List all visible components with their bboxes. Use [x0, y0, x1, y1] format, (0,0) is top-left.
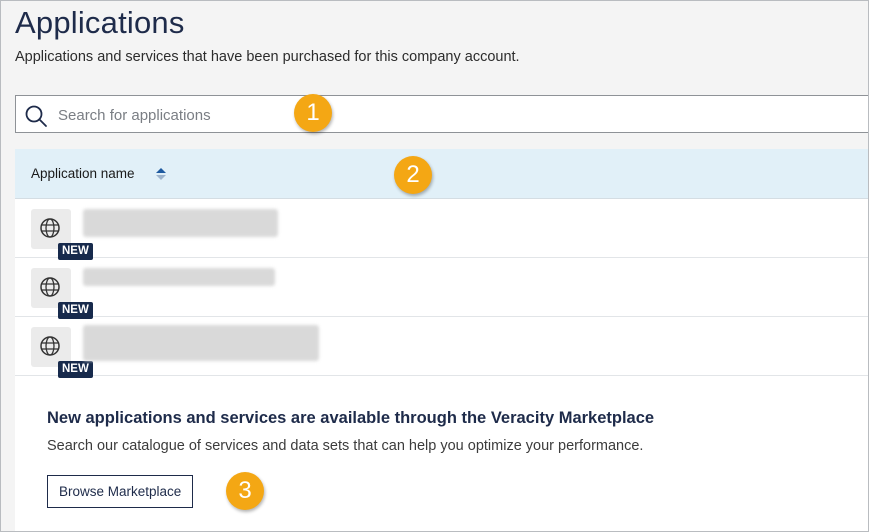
marketplace-heading: New applications and services are availa… — [47, 409, 655, 427]
page-subtitle: Applications and services that have been… — [15, 49, 520, 65]
callout-marker: 2 — [394, 156, 432, 194]
search-icon — [25, 105, 47, 127]
search-input[interactable] — [56, 96, 760, 134]
page-title: Applications — [15, 5, 185, 40]
new-badge: NEW — [58, 361, 93, 378]
globe-icon — [40, 277, 60, 297]
app-icon: NEW — [31, 268, 93, 319]
app-icon: NEW — [31, 327, 93, 378]
marketplace-description: Search our catalogue of services and dat… — [47, 438, 644, 454]
app-name-redacted — [83, 268, 275, 286]
table-row[interactable]: NEW — [15, 199, 868, 260]
callout-marker: 3 — [226, 472, 264, 510]
table-row[interactable]: NEW — [15, 258, 868, 319]
app-icon: NEW — [31, 209, 93, 260]
search-box[interactable] — [15, 95, 868, 134]
app-name-redacted — [83, 325, 319, 361]
callout-marker: 1 — [294, 94, 332, 132]
globe-icon — [40, 336, 60, 356]
table-row[interactable]: NEW — [15, 317, 868, 378]
column-header-application-name[interactable]: Application name — [15, 149, 868, 199]
browse-marketplace-button[interactable]: Browse Marketplace — [47, 475, 194, 508]
app-name-redacted — [83, 209, 278, 237]
column-header-label: Application name — [31, 166, 135, 181]
sort-ascending-icon[interactable] — [156, 167, 166, 181]
globe-icon — [40, 218, 60, 238]
applications-page: Applications Applications and services t… — [0, 0, 869, 532]
applications-table: Application name NEW NEW NEW New applica… — [15, 149, 868, 531]
